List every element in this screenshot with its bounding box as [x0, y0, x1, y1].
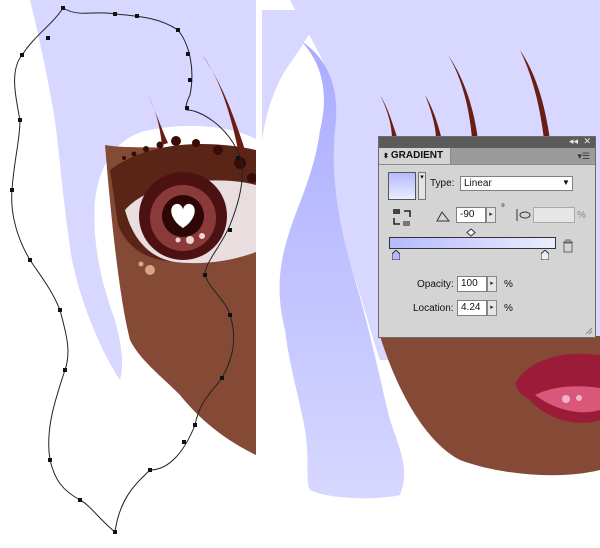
lash-dot: [131, 151, 137, 157]
aspect-percent: %: [577, 210, 586, 221]
gradient-stop-right-icon[interactable]: [541, 250, 549, 260]
opacity-value: 100: [461, 278, 478, 289]
gradient-swatch[interactable]: [388, 172, 416, 200]
opacity-percent: %: [504, 279, 513, 290]
reverse-gradient-icon[interactable]: [391, 207, 413, 229]
double-arrow-icon[interactable]: ◂◂: [569, 136, 578, 147]
aspect-ratio-icon: [516, 209, 531, 221]
type-value: Linear: [464, 178, 492, 189]
eye-sparkle: [186, 236, 194, 244]
panel-collapse-arrow-icon[interactable]: ⬍: [383, 153, 389, 160]
swatch-dropdown-icon[interactable]: ▾: [418, 172, 426, 200]
panel-tab-row: ⬍ GRADIENT ▾☰: [379, 148, 595, 165]
lash-dot: [122, 156, 126, 160]
angle-input[interactable]: -90: [456, 207, 486, 223]
type-label: Type:: [430, 178, 455, 189]
chevron-down-icon[interactable]: ▼: [559, 176, 573, 190]
lash-dot: [171, 136, 181, 146]
opacity-stepper[interactable]: ▸: [487, 276, 497, 292]
aspect-ratio-input[interactable]: [533, 207, 575, 223]
resize-grip-icon[interactable]: [585, 327, 593, 335]
close-icon[interactable]: ✕: [583, 136, 591, 147]
lip-highlight: [576, 395, 582, 401]
split-divider: [256, 0, 262, 548]
location-stepper[interactable]: ▸: [487, 300, 497, 316]
lip-highlight: [562, 395, 570, 403]
lash-dot: [247, 173, 257, 183]
location-input[interactable]: 4.24: [457, 300, 487, 316]
opacity-label: Opacity:: [417, 279, 454, 290]
gradient-slider-bar[interactable]: [389, 237, 556, 249]
tab-gradient[interactable]: ⬍ GRADIENT: [379, 148, 451, 164]
location-percent: %: [504, 303, 513, 314]
lash-dot: [192, 139, 200, 147]
type-select[interactable]: Linear: [460, 176, 573, 191]
angle-stepper[interactable]: ▸: [486, 207, 496, 223]
panel-title: GRADIENT: [390, 150, 444, 161]
location-value: 4.24: [461, 302, 481, 313]
opacity-input[interactable]: 100: [457, 276, 487, 292]
lash-dot: [213, 145, 223, 155]
location-label: Location:: [413, 303, 454, 314]
gradient-panel[interactable]: ◂◂ ✕ ⬍ GRADIENT ▾☰ ▾ Type: Linear ▼ -90 ▸…: [378, 136, 596, 338]
panel-titlebar[interactable]: ◂◂ ✕: [379, 136, 595, 148]
gradient-stop-left-icon[interactable]: [392, 250, 400, 260]
angle-value: -90: [460, 209, 475, 220]
eye-sparkle: [175, 237, 181, 243]
eye-sparkle: [199, 233, 205, 239]
angle-icon: [436, 211, 450, 222]
panel-menu-icon[interactable]: ▾☰: [577, 149, 590, 163]
freckle: [145, 265, 155, 275]
degree-symbol: °: [501, 203, 505, 214]
midpoint-diamond-icon[interactable]: [466, 228, 476, 237]
trash-icon[interactable]: [562, 239, 574, 253]
freckle: [138, 261, 144, 267]
lash-dot: [143, 146, 149, 152]
